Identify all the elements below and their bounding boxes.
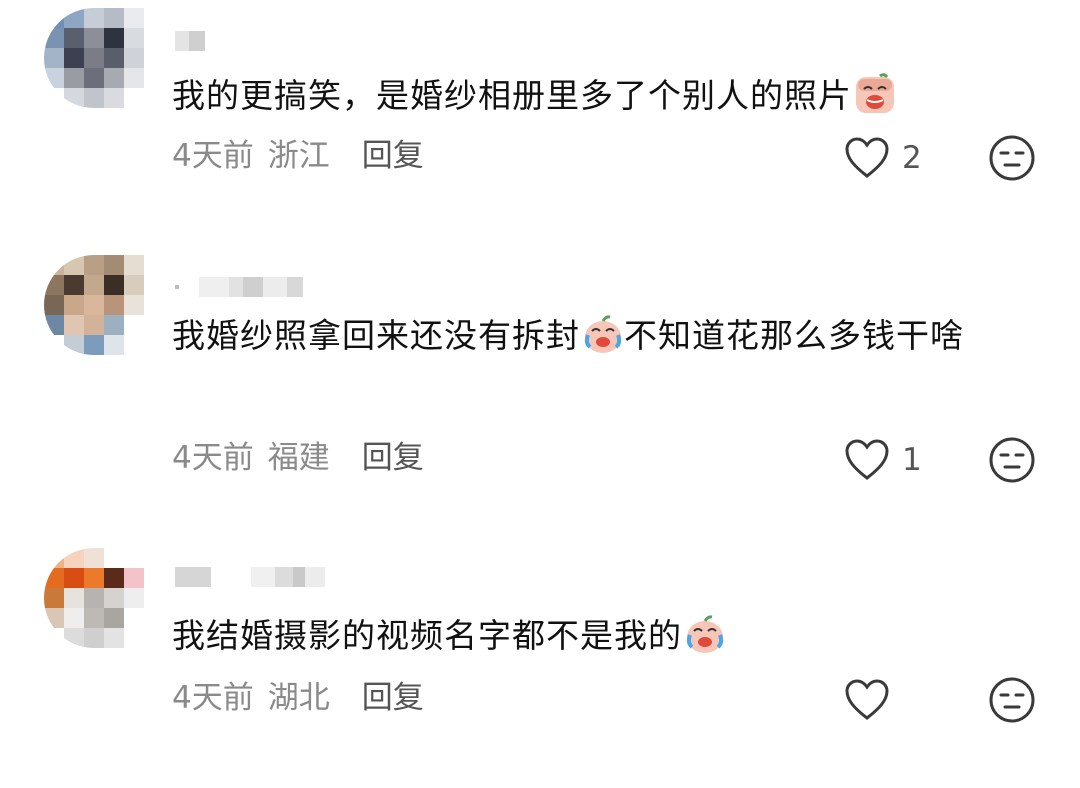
reply-button[interactable]: 回复 [362, 678, 424, 718]
heart-outline-icon [845, 137, 889, 178]
crying-face-emoji [686, 615, 724, 653]
username-blurred[interactable] [175, 566, 325, 588]
heart-outline-icon [845, 439, 889, 480]
like-button[interactable] [844, 676, 902, 724]
comment-text: 我的更搞笑，是婚纱相册里多了个别人的照片 [172, 66, 1012, 126]
avatar[interactable] [44, 8, 144, 108]
username-blurred[interactable] [175, 30, 205, 52]
comment-time: 4天前 [172, 680, 254, 716]
crying-face-emoji [584, 315, 622, 353]
neutral-face-icon[interactable] [988, 436, 1036, 484]
comment-text: 我婚纱照拿回来还没有拆封 不知道花那么多钱干啥 [172, 306, 1012, 366]
comment-text-content: 我的更搞笑，是婚纱相册里多了个别人的照片 [172, 76, 852, 115]
comment-text-content: 我婚纱照拿回来还没有拆封 [172, 316, 580, 355]
comment-location: 福建 [267, 440, 330, 476]
reply-button[interactable]: 回复 [362, 136, 424, 176]
comment-meta: 4天前 浙江 回复 [172, 136, 424, 176]
username-blurred[interactable] [175, 276, 303, 298]
like-count: 1 [902, 442, 922, 478]
like-button[interactable]: 2 [844, 134, 922, 182]
comment-location: 浙江 [267, 138, 330, 174]
reply-button[interactable]: 回复 [362, 438, 424, 478]
comment-location: 湖北 [267, 680, 330, 716]
comment-meta: 4天前 福建 回复 [172, 438, 424, 478]
comment-text-continuation: 不知道花那么多钱干啥 [624, 316, 964, 355]
like-count: 2 [902, 140, 922, 176]
comment-time: 4天前 [172, 440, 254, 476]
avatar[interactable] [44, 548, 144, 648]
heart-outline-icon [845, 679, 889, 720]
like-button[interactable]: 1 [844, 436, 922, 484]
comment-meta: 4天前 湖北 回复 [172, 678, 424, 718]
crying-face-emoji [856, 73, 894, 113]
comment-text: 我结婚摄影的视频名字都不是我的 [172, 606, 1012, 666]
neutral-face-icon[interactable] [988, 134, 1036, 182]
comment-text-content: 我结婚摄影的视频名字都不是我的 [172, 616, 682, 655]
neutral-face-icon[interactable] [988, 676, 1036, 724]
avatar[interactable] [44, 255, 144, 355]
comment-time: 4天前 [172, 138, 254, 174]
